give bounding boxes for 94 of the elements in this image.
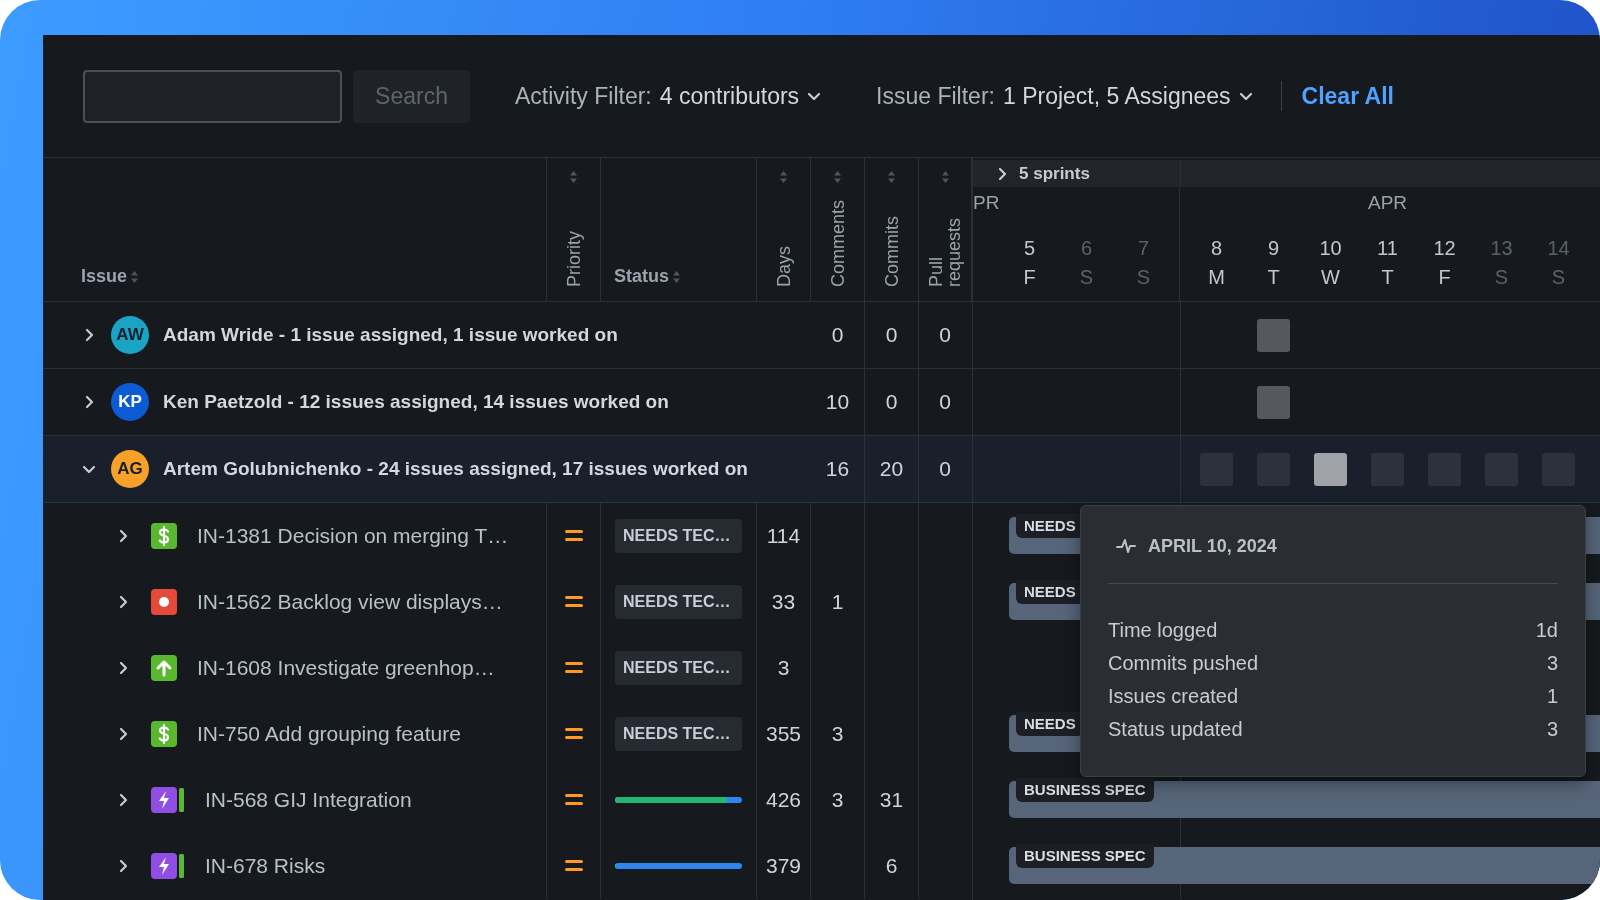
stat-label: Status updated <box>1108 718 1243 741</box>
comments-count: 10 <box>825 390 850 414</box>
comments-count: 3 <box>831 722 844 746</box>
days-count: 379 <box>765 854 801 878</box>
column-header[interactable]: Priority <box>564 231 583 287</box>
day-number: 6 <box>1080 237 1093 260</box>
avatar: KP <box>111 383 149 421</box>
status-badge: NEEDS TEC… <box>615 651 742 685</box>
weekday-label: S <box>1494 266 1509 289</box>
weekday-label: W <box>1321 266 1340 289</box>
pull-requests-count: 0 <box>939 457 951 481</box>
tooltip-date: APRIL 10, 2024 <box>1148 535 1277 557</box>
issue-link[interactable]: IN-1381 Decision on merging T… <box>197 524 509 548</box>
activity-cell[interactable] <box>1257 318 1290 352</box>
sort-icon[interactable] <box>887 170 896 184</box>
day-number: 9 <box>1267 237 1280 260</box>
comments-count: 0 <box>831 323 844 347</box>
commits-count: 0 <box>885 323 898 347</box>
days-count: 355 <box>765 722 801 746</box>
comments-count: 3 <box>831 788 844 812</box>
stat-label: Issues created <box>1108 685 1239 708</box>
avatar: AW <box>111 316 149 354</box>
weekday-label: T <box>1267 266 1280 289</box>
stat-label: Commits pushed <box>1108 652 1259 675</box>
weekday-label: F <box>1438 266 1451 289</box>
clear-all-link[interactable]: Clear All <box>1301 82 1394 110</box>
status-badge: NEEDS TEC… <box>615 519 742 553</box>
days-count: 114 <box>766 524 801 548</box>
day-number: 7 <box>1137 237 1150 260</box>
column-header[interactable]: Days <box>774 246 793 287</box>
pull-requests-count: 0 <box>939 390 951 414</box>
sort-icon[interactable] <box>779 170 788 184</box>
day-number: 5 <box>1023 237 1036 260</box>
status-badge: NEEDS TEC… <box>615 585 742 619</box>
timeline-bar[interactable]: BUSINESS SPEC <box>1009 847 1600 884</box>
column-header[interactable]: Pull requests <box>927 191 963 287</box>
status-badge: NEEDS TEC… <box>615 717 742 751</box>
activity-cell[interactable] <box>1257 385 1290 419</box>
sort-icon[interactable] <box>672 269 681 284</box>
stat-value: 3 <box>1546 652 1558 675</box>
day-number: 13 <box>1490 237 1513 260</box>
filter-dropdown[interactable]: Issue Filter: 1 Project, 5 Assignees <box>876 82 1253 110</box>
comments-count: 16 <box>825 457 850 481</box>
sort-icon[interactable] <box>569 170 578 184</box>
day-number: 12 <box>1433 237 1456 260</box>
commits-count: 6 <box>885 854 898 878</box>
filter-dropdown[interactable]: Activity Filter: 4 contributors <box>515 82 822 110</box>
activity-cell[interactable] <box>1314 452 1347 486</box>
sprints-toggle[interactable]: 5 sprints <box>995 163 1090 184</box>
stat-label: Time logged <box>1108 619 1218 642</box>
commits-count: 31 <box>879 788 904 812</box>
stat-value: 3 <box>1546 718 1558 741</box>
weekday-label: M <box>1208 266 1225 289</box>
sort-icon[interactable] <box>833 170 842 184</box>
contributor-summary: Adam Wride - 1 issue assigned, 1 issue worked on <box>163 324 618 346</box>
status-label: BUSINESS SPEC <box>1016 844 1154 868</box>
issue-link[interactable]: IN-678 Risks <box>205 854 326 878</box>
issue-link[interactable]: IN-568 GIJ Integration <box>205 788 412 812</box>
day-number: 14 <box>1547 237 1570 260</box>
days-count: 426 <box>765 788 801 812</box>
weekday-label: F <box>1023 266 1036 289</box>
commits-count: 0 <box>885 390 898 414</box>
avatar: AG <box>111 450 149 488</box>
issue-link[interactable]: IN-1562 Backlog view displays… <box>197 590 503 614</box>
issue-link[interactable]: IN-750 Add grouping feature <box>197 722 461 746</box>
search-field[interactable] <box>83 69 342 123</box>
day-number: 10 <box>1319 237 1342 260</box>
pull-requests-count: 0 <box>939 323 951 347</box>
column-header[interactable]: Issue <box>81 266 128 287</box>
day-number: 11 <box>1377 237 1398 260</box>
contributor-summary: Artem Golubnichenko - 24 issues assigned, 17 issues worked on <box>163 458 748 480</box>
weekday-label: T <box>1381 266 1394 289</box>
weekday-label: S <box>1551 266 1566 289</box>
weekday-label: S <box>1136 266 1151 289</box>
issue-link[interactable]: IN-1608 Investigate greenhop… <box>197 656 495 680</box>
month-label: APR <box>1367 192 1408 214</box>
days-count: 3 <box>777 656 790 680</box>
status-label: BUSINESS SPEC <box>1016 778 1154 802</box>
column-header[interactable]: Commits <box>882 216 901 287</box>
month-label: PR <box>973 192 1000 214</box>
comments-count: 1 <box>831 590 844 614</box>
days-count: 33 <box>771 590 796 614</box>
sort-icon[interactable] <box>940 170 950 184</box>
column-header[interactable]: Comments <box>828 199 847 287</box>
contributor-summary: Ken Paetzold - 12 issues assigned, 14 issues worked on <box>163 391 669 413</box>
column-header[interactable]: Status <box>614 266 669 287</box>
timeline-bar[interactable]: BUSINESS SPEC <box>1009 781 1600 818</box>
stat-value: 1d <box>1535 619 1558 642</box>
weekday-label: S <box>1079 266 1094 289</box>
day-number: 8 <box>1210 237 1223 260</box>
stat-value: 1 <box>1546 685 1558 708</box>
pulse-icon <box>1116 537 1136 555</box>
sort-icon[interactable] <box>130 269 140 284</box>
commits-count: 20 <box>879 457 904 481</box>
